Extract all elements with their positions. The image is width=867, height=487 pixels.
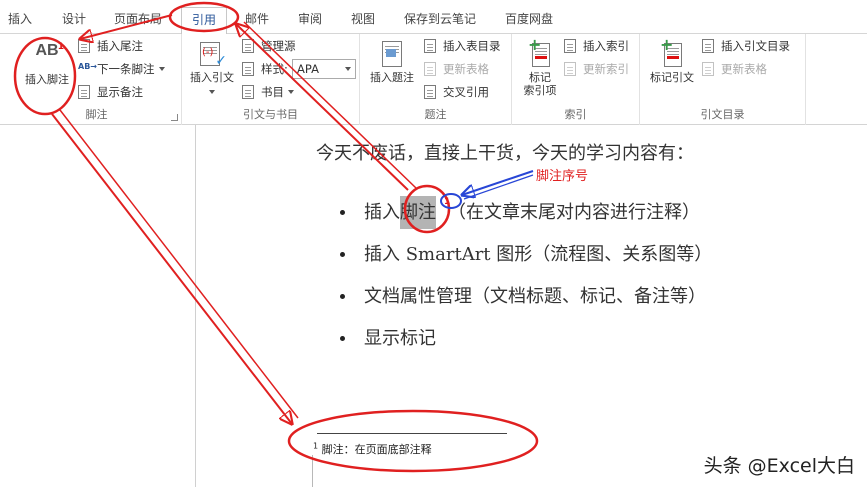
style-label: 样式: xyxy=(242,59,288,79)
mark-citation-button[interactable]: + 标记引文 xyxy=(646,37,698,85)
update-table-button[interactable]: 更新表格 xyxy=(424,59,489,79)
insert-citation-button[interactable]: (-) ✓ 插入引文 xyxy=(184,40,240,97)
insert-endnote-button[interactable]: 插入尾注 xyxy=(78,36,143,56)
document-area: 今天不废话，直接上干货，今天的学习内容有： 插入脚注 （在文章末尾对内容进行注释）… xyxy=(0,125,867,487)
captions-group: 插入题注 插入表目录 更新表格 交叉引用 题注 xyxy=(360,34,512,125)
page-margin-marker xyxy=(312,455,313,487)
watermark: 头条 @Excel大白 xyxy=(703,455,855,477)
footnote-highlighted-word: 脚注 xyxy=(400,196,436,229)
show-notes-button[interactable]: 显示备注 xyxy=(78,82,143,102)
tab-references[interactable]: 引用 xyxy=(181,7,228,35)
table-of-authorities-group: + 标记引文 插入引文目录 更新表格 引文目录 xyxy=(640,34,806,125)
show-notes-icon xyxy=(78,85,93,99)
endnote-icon xyxy=(78,39,93,53)
index-group: + 标记 索引项 插入索引 更新索引 索引 xyxy=(512,34,640,125)
tab-page-layout[interactable]: 页面布局 xyxy=(114,10,162,27)
bullet-1-text-after: （在文章末尾对内容进行注释） xyxy=(448,202,700,223)
chevron-down-icon xyxy=(158,67,165,71)
update-toa-button[interactable]: 更新表格 xyxy=(702,59,767,79)
bullet-item-1[interactable]: 插入脚注 （在文章末尾对内容进行注释） xyxy=(364,196,700,229)
footnote-ab-icon: AB 1 xyxy=(35,42,64,59)
mark-entry-icon: + xyxy=(528,37,552,68)
index-group-label: 索引 xyxy=(564,108,587,121)
chevron-down-icon xyxy=(288,90,294,94)
bullet-item-3[interactable]: 文档属性管理（文档标题、标记、备注等） xyxy=(364,282,706,308)
bullet-marker xyxy=(340,294,345,299)
bullet-marker xyxy=(340,210,345,215)
cross-reference-icon xyxy=(424,85,439,99)
insert-table-of-authorities-button[interactable]: 插入引文目录 xyxy=(702,36,790,56)
chevron-down-icon xyxy=(209,90,215,94)
tab-design[interactable]: 设计 xyxy=(62,10,86,27)
citations-group-label: 引文与书目 xyxy=(243,108,298,121)
tab-mailings[interactable]: 邮件 xyxy=(245,10,269,27)
footnote-reference-number[interactable]: 1 xyxy=(444,197,450,207)
footnote-separator xyxy=(317,433,507,434)
update-toa-icon xyxy=(702,62,717,76)
footnotes-group-label: 脚注 xyxy=(85,108,108,121)
tab-save-to-cloud-note[interactable]: 保存到云笔记 xyxy=(404,10,476,27)
footnote-number-annotation: 脚注序号 xyxy=(536,169,589,184)
bullet-marker xyxy=(340,336,345,341)
cross-reference-button[interactable]: 交叉引用 xyxy=(424,82,489,102)
update-index-icon xyxy=(564,62,579,76)
insert-caption-button[interactable]: 插入题注 xyxy=(364,40,420,84)
insert-footnote-button[interactable]: AB 1 插入脚注 xyxy=(18,42,76,86)
manage-sources-button[interactable]: 管理源 xyxy=(242,36,296,56)
toa-group-label: 引文目录 xyxy=(700,108,745,121)
style-icon xyxy=(242,62,257,76)
insert-toa-icon xyxy=(702,39,717,53)
tab-review[interactable]: 审阅 xyxy=(298,10,322,27)
insert-citation-icon: (-) ✓ xyxy=(199,40,227,68)
bullet-1-text-before: 插入 xyxy=(364,202,400,223)
footnotes-group: AB 1 插入脚注 插入尾注 AB→ 下一条脚注 显示备注 脚注 xyxy=(12,34,182,125)
update-table-icon xyxy=(424,62,439,76)
intro-line[interactable]: 今天不废话，直接上干货，今天的学习内容有： xyxy=(316,139,694,165)
next-footnote-button[interactable]: AB→ 下一条脚注 xyxy=(78,59,165,79)
bullet-marker xyxy=(340,252,345,257)
footnote-text[interactable]: 1 脚注：在页面底部注释 xyxy=(313,441,432,457)
dialog-launcher-icon[interactable] xyxy=(171,114,178,121)
tab-baidu-netdisk[interactable]: 百度网盘 xyxy=(505,10,553,27)
bibliography-icon xyxy=(242,85,257,99)
citation-style-select[interactable]: APA xyxy=(292,59,356,79)
mark-entry-button[interactable]: + 标记 索引项 xyxy=(516,37,564,98)
insert-table-of-figures-button[interactable]: 插入表目录 xyxy=(424,36,501,56)
insert-caption-icon xyxy=(380,40,404,68)
insert-index-icon xyxy=(564,39,579,53)
update-index-button[interactable]: 更新索引 xyxy=(564,59,629,79)
captions-group-label: 题注 xyxy=(424,108,447,121)
next-footnote-icon: AB→ xyxy=(78,62,97,71)
ribbon-tab-bar: 插入 设计 页面布局 引用 邮件 审阅 视图 保存到云笔记 百度网盘 xyxy=(0,0,867,35)
tab-view[interactable]: 视图 xyxy=(351,10,375,27)
insert-footnote-label: 插入脚注 xyxy=(25,73,69,86)
bullet-item-4[interactable]: 显示标记 xyxy=(364,324,436,350)
mark-citation-icon: + xyxy=(660,37,684,68)
chevron-down-icon xyxy=(345,67,351,71)
navigation-pane xyxy=(0,125,196,487)
ribbon: AB 1 插入脚注 插入尾注 AB→ 下一条脚注 显示备注 脚注 (-) ✓ 插… xyxy=(0,34,867,125)
insert-index-button[interactable]: 插入索引 xyxy=(564,36,629,56)
bullet-item-2[interactable]: 插入 SmartArt 图形（流程图、关系图等） xyxy=(364,240,712,266)
table-of-figures-icon xyxy=(424,39,439,53)
manage-sources-icon xyxy=(242,39,257,53)
tab-insert[interactable]: 插入 xyxy=(8,10,32,27)
bibliography-button[interactable]: 书目 xyxy=(242,82,294,102)
citations-group: (-) ✓ 插入引文 管理源 样式: APA 书目 引文与书目 xyxy=(182,34,360,125)
